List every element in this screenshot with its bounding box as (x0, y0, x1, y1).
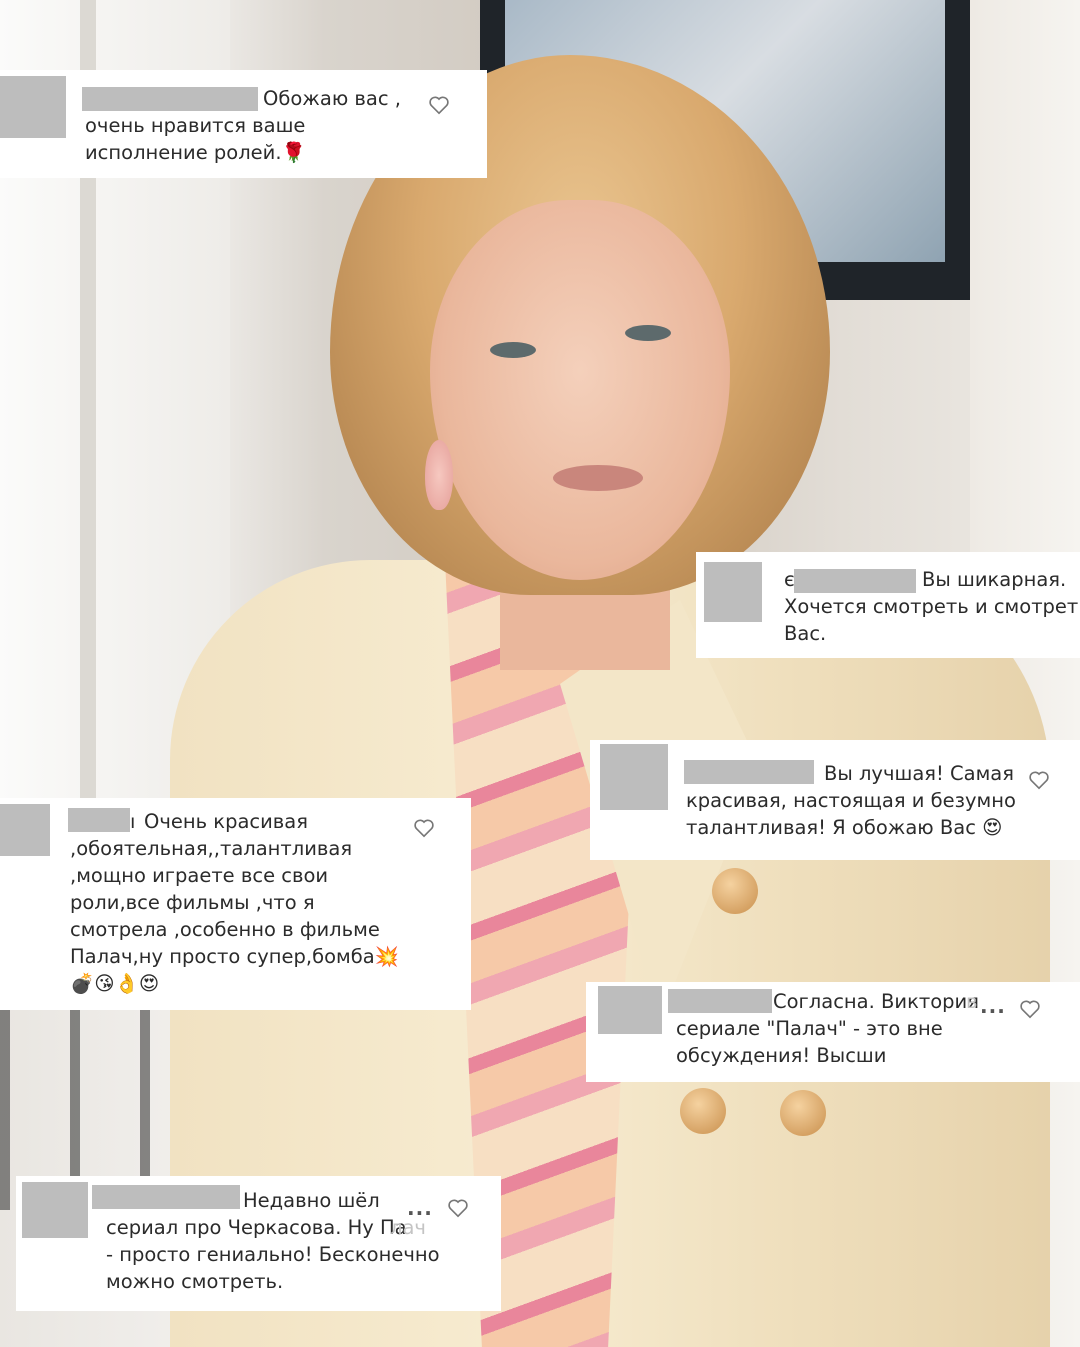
coat-button (712, 868, 758, 914)
earring (425, 440, 453, 510)
comment-text: Вы лучшая! Самая красивая, настоящая и б… (686, 762, 1016, 839)
avatar (22, 1182, 88, 1238)
heart-outline-icon[interactable] (447, 1198, 469, 1218)
comment-text: Вы шикарная. Хочется смотреть и смотреть… (784, 568, 1080, 645)
background-photo (0, 0, 1080, 1347)
comment-card: ı Очень красивая ,обоятельная,,талантлив… (0, 798, 471, 1010)
avatar (600, 744, 668, 810)
comment-text: Согласна. Виктория сериале "Палач" - это… (676, 990, 979, 1067)
coat-button (780, 1090, 826, 1136)
left-eye (490, 342, 536, 358)
heart-outline-icon[interactable] (1028, 770, 1050, 790)
lips (553, 465, 643, 491)
comment-text: Очень красивая ,обоятельная,,талантливая… (70, 810, 400, 995)
heart-outline-icon[interactable] (1019, 999, 1041, 1019)
heart-outline-icon[interactable] (428, 95, 450, 115)
more-dots-icon[interactable]: ... (407, 1196, 433, 1220)
comment-text: Обожаю вас , очень нравится ваше исполне… (85, 87, 401, 164)
coat-button (680, 1088, 726, 1134)
comment-card: Недавно шёл сериал про Черкасова. Ну Па … (16, 1176, 501, 1311)
avatar (0, 76, 66, 138)
avatar (704, 562, 762, 622)
comment-card: Согласна. Виктория сериале "Палач" - это… (586, 982, 1080, 1082)
right-eye (625, 325, 671, 341)
comment-card: Вы лучшая! Самая красивая, настоящая и б… (590, 740, 1080, 860)
comment-card: є Вы шикарная. Хочется смотреть и смотре… (696, 552, 1080, 658)
avatar (0, 804, 50, 856)
heart-outline-icon[interactable] (413, 818, 435, 838)
comment-card: Обожаю вас , очень нравится ваше исполне… (0, 70, 487, 178)
more-dots-icon[interactable]: ... (980, 994, 1006, 1018)
truncated-text: в (966, 990, 978, 1013)
avatar (598, 986, 662, 1034)
